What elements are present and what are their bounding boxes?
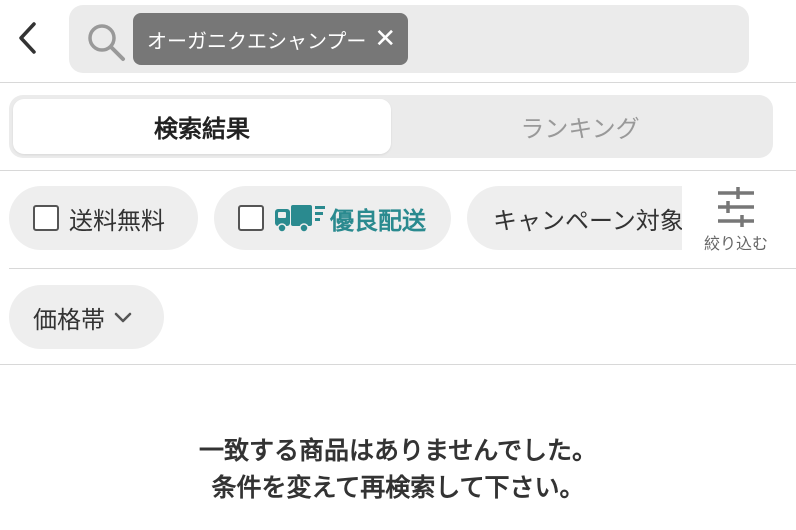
good-delivery-filter[interactable]: 優良配送 [214, 186, 451, 250]
search-query-chip[interactable]: オーガニクエシャンプー ✕ [133, 13, 409, 65]
search-icon [88, 24, 125, 61]
divider [0, 170, 796, 171]
sliders-icon [718, 187, 754, 227]
empty-message-line-1: 一致する商品はありませんでした。 [198, 436, 597, 465]
chevron-left-icon [19, 22, 36, 54]
free-shipping-checkbox[interactable] [33, 205, 59, 231]
refine-button[interactable]: 絞り込む [690, 184, 782, 260]
divider [0, 364, 796, 365]
refine-label: 絞り込む [703, 234, 768, 253]
search-header: オーガニクエシャンプー ✕ [0, 0, 796, 83]
search-results-page: オーガニクエシャンプー ✕ 検索結果 ランキング 送料無料 優良配送 キャンペー… [0, 0, 796, 530]
good-delivery-label: 優良配送 [330, 206, 426, 235]
campaign-filter[interactable]: キャンペーン対象 [467, 186, 682, 250]
empty-results-message: 一致する商品はありませんでした。 条件を変えて再検索して下さい。 [0, 432, 796, 506]
price-range-label: 価格帯 [33, 305, 105, 334]
good-delivery-checkbox[interactable] [238, 205, 264, 231]
campaign-label: キャンペーン対象 [493, 206, 682, 235]
chevron-down-icon [114, 312, 132, 323]
tab-ranking[interactable]: ランキング [391, 99, 769, 154]
search-box[interactable]: オーガニクエシャンプー ✕ [69, 5, 749, 73]
truck-icon [275, 205, 325, 233]
result-tabs: 検索結果 ランキング [9, 95, 773, 158]
close-icon[interactable]: ✕ [374, 26, 396, 52]
free-shipping-filter[interactable]: 送料無料 [9, 186, 198, 250]
free-shipping-label: 送料無料 [69, 206, 165, 235]
divider [9, 268, 796, 269]
tab-search-results[interactable]: 検索結果 [13, 99, 391, 154]
empty-message-line-2: 条件を変えて再検索して下さい。 [211, 473, 585, 502]
quick-filter-row: 送料無料 優良配送 キャンペーン対象 [0, 186, 682, 256]
back-button[interactable] [10, 18, 46, 58]
search-query-text: オーガニクエシャンプー [147, 28, 367, 53]
price-range-dropdown[interactable]: 価格帯 [9, 285, 164, 349]
